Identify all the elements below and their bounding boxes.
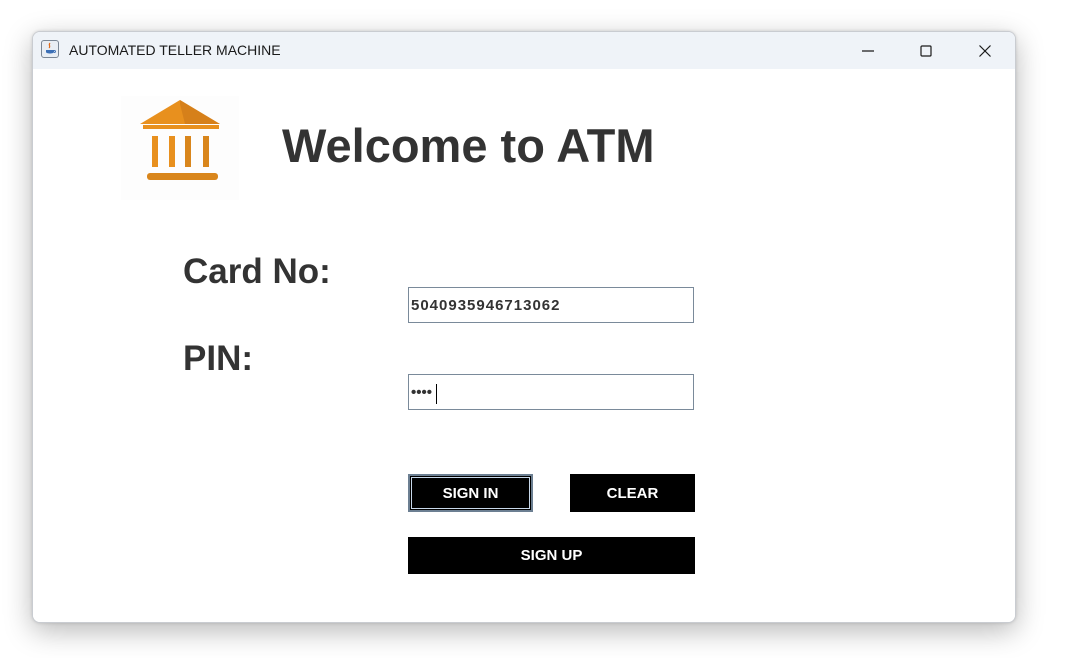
sign-up-button[interactable]: SIGN UP <box>408 537 695 574</box>
pin-label: PIN: <box>183 339 253 378</box>
minimize-icon <box>862 49 874 52</box>
minimize-button[interactable] <box>839 32 897 69</box>
close-icon <box>979 44 991 57</box>
window-title: AUTOMATED TELLER MACHINE <box>69 42 281 58</box>
atm-window: AUTOMATED TELLER MACHINE Welcome to ATM … <box>32 31 1016 623</box>
close-button[interactable] <box>956 32 1014 69</box>
bank-icon <box>121 96 239 200</box>
welcome-heading: Welcome to ATM <box>282 119 655 172</box>
maximize-icon <box>920 44 932 57</box>
card-number-label: Card No: <box>183 252 331 291</box>
sign-in-button[interactable]: SIGN IN <box>408 474 533 512</box>
text-caret <box>436 384 437 404</box>
java-icon <box>41 40 59 58</box>
login-panel: Welcome to ATM Card No: PIN: SIGN IN CLE… <box>33 69 1015 622</box>
clear-button[interactable]: CLEAR <box>570 474 695 512</box>
title-bar[interactable]: AUTOMATED TELLER MACHINE <box>33 32 1015 69</box>
card-number-field[interactable] <box>408 287 694 323</box>
pin-field[interactable] <box>408 374 694 410</box>
maximize-button[interactable] <box>897 32 955 69</box>
